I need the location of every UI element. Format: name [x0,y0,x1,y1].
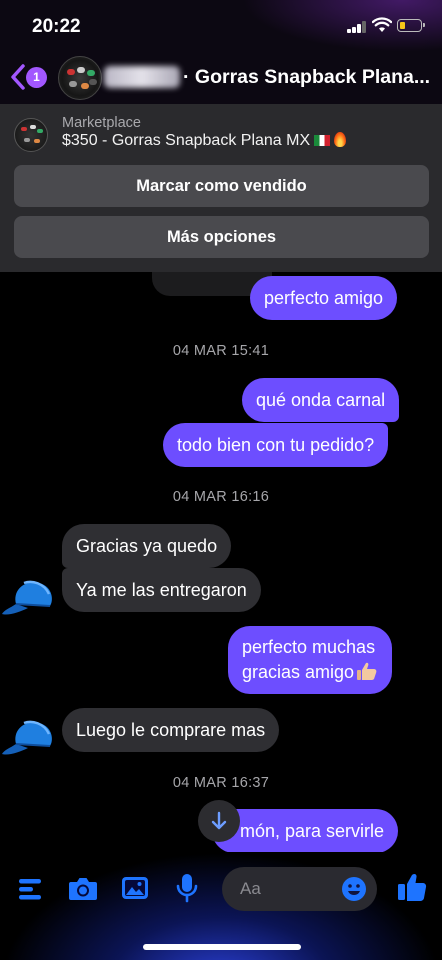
message-bubble-incoming[interactable]: Ya me las entregaron [62,568,261,612]
message-timestamp: 04 MAR 16:37 [172,775,270,791]
mexico-flag-icon [314,135,331,146]
marketplace-label: Marketplace [62,115,141,131]
message-bubble-outgoing[interactable]: qué onda carnal [242,378,400,422]
message-bubble-outgoing[interactable]: perfecto muchas gracias amigo [228,626,393,694]
arrow-down-icon [211,811,227,830]
fire-emoji-icon [334,132,347,147]
signal-icon [347,21,366,33]
status-time: 20:22 [32,16,81,37]
chat-title[interactable]: · Gorras Snapback Plana... [183,66,433,89]
cap-icon[interactable] [2,714,58,760]
listing-title[interactable]: $350 - Gorras Snapback Plana MX [62,132,347,150]
message-line: perfecto muchas [242,637,376,657]
thumbs-up-emoji-icon [357,662,377,680]
more-options-button[interactable]: Más opciones [14,216,429,258]
like-icon[interactable] [397,872,427,902]
message-bubble-outgoing[interactable]: perfecto amigo [250,276,398,320]
wifi-icon [372,17,392,32]
listing-thumbnail[interactable] [14,118,48,152]
back-chevron-icon[interactable] [9,62,27,92]
emoji-icon[interactable] [341,876,367,902]
message-timestamp: 04 MAR 16:16 [172,489,270,505]
gallery-icon[interactable] [121,875,149,901]
unread-badge[interactable]: 1 [26,67,47,88]
menu-icon[interactable] [18,876,44,902]
message-line: gracias amigo [242,662,355,682]
mark-as-sold-button[interactable]: Marcar como vendido [14,165,429,207]
message-input-box[interactable] [222,867,377,911]
blurred-contact-name [104,66,180,88]
message-bubble-outgoing[interactable]: món, para servirle [212,809,399,853]
message-input[interactable] [240,867,340,911]
avatar[interactable] [58,56,102,100]
battery-icon [397,19,425,32]
message-bubble-incoming[interactable]: Gracias ya quedo [62,524,232,568]
cap-icon[interactable] [2,574,58,620]
scroll-down-button[interactable] [198,800,240,842]
microphone-icon[interactable] [176,873,198,903]
marketplace-panel: Marketplace $350 - Gorras Snapback Plana… [0,104,442,272]
camera-icon[interactable] [68,875,98,901]
listing-text: $350 - Gorras Snapback Plana MX [62,132,311,149]
message-bubble-outgoing[interactable]: todo bien con tu pedido? [163,423,389,467]
home-indicator [143,944,301,950]
message-bubble-incoming[interactable]: Luego le comprare mas [62,708,280,752]
message-timestamp: 04 MAR 15:41 [172,343,270,359]
